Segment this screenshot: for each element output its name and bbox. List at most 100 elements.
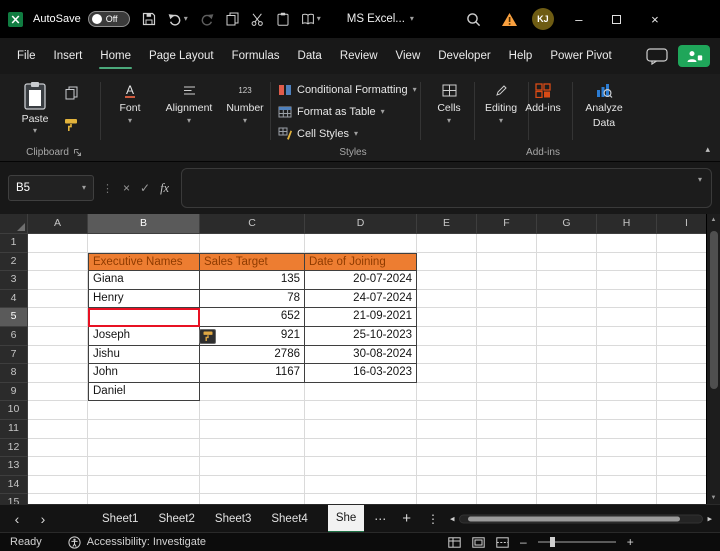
sheet-nav-left-icon[interactable]: ‹ <box>4 511 30 527</box>
cell-B6[interactable]: Joseph <box>88 327 200 346</box>
cell-F4[interactable] <box>477 290 537 309</box>
cell-I10[interactable] <box>657 401 706 420</box>
cell-D9[interactable] <box>305 383 417 402</box>
menu-tab-developer[interactable]: Developer <box>429 38 499 74</box>
cell-F5[interactable] <box>477 308 537 327</box>
cell-F14[interactable] <box>477 476 537 495</box>
row-header-5[interactable]: 5 <box>0 308 28 327</box>
zoom-slider-thumb[interactable] <box>550 537 555 547</box>
cell-D1[interactable] <box>305 234 417 253</box>
cell-D7[interactable]: 30-08-2024 <box>305 346 417 365</box>
menu-tab-page-layout[interactable]: Page Layout <box>140 38 223 74</box>
cell-C13[interactable] <box>200 457 305 476</box>
cell-E13[interactable] <box>417 457 477 476</box>
minimize-button[interactable]: – <box>566 6 592 32</box>
cell-G15[interactable] <box>537 494 597 504</box>
column-header-B[interactable]: B <box>88 214 200 234</box>
cell-I13[interactable] <box>657 457 706 476</box>
cell-G5[interactable] <box>537 308 597 327</box>
tab-sheet2[interactable]: Sheet2 <box>148 505 204 533</box>
cut-icon[interactable] <box>251 13 265 26</box>
cancel-icon[interactable]: × <box>123 181 130 195</box>
cell-F8[interactable] <box>477 364 537 383</box>
row-header-4[interactable]: 4 <box>0 290 28 309</box>
cell-H4[interactable] <box>597 290 657 309</box>
menu-tab-review[interactable]: Review <box>331 38 387 74</box>
column-header-G[interactable]: G <box>537 214 597 234</box>
paste-options-icon[interactable] <box>277 12 289 26</box>
cell-E6[interactable] <box>417 327 477 346</box>
cell-F12[interactable] <box>477 439 537 458</box>
copy-small-icon[interactable] <box>64 86 78 100</box>
cell-D11[interactable] <box>305 420 417 439</box>
zoom-out-icon[interactable]: – <box>520 535 527 549</box>
cell-D13[interactable] <box>305 457 417 476</box>
share-button[interactable] <box>678 45 710 67</box>
cell-A3[interactable] <box>28 271 88 290</box>
cell-D2[interactable]: Date of Joining <box>305 253 417 272</box>
cell-C12[interactable] <box>200 439 305 458</box>
new-sheet-button[interactable]: + <box>402 510 411 527</box>
cell-G7[interactable] <box>537 346 597 365</box>
cell-B8[interactable]: John <box>88 364 200 383</box>
cell-A8[interactable] <box>28 364 88 383</box>
row-header-7[interactable]: 7 <box>0 346 28 365</box>
cell-A14[interactable] <box>28 476 88 495</box>
cell-H15[interactable] <box>597 494 657 504</box>
collapse-ribbon-icon[interactable]: ▴ <box>705 144 710 155</box>
cell-I1[interactable] <box>657 234 706 253</box>
ribbon-group-font[interactable]: A Font ▾ <box>104 82 156 125</box>
cell-E2[interactable] <box>417 253 477 272</box>
cell-G2[interactable] <box>537 253 597 272</box>
zoom-in-icon[interactable]: + <box>627 535 634 549</box>
cell-I5[interactable] <box>657 308 706 327</box>
column-header-I[interactable]: I <box>657 214 706 234</box>
row-header-8[interactable]: 8 <box>0 364 28 383</box>
cell-F1[interactable] <box>477 234 537 253</box>
cell-H6[interactable] <box>597 327 657 346</box>
cell-E5[interactable] <box>417 308 477 327</box>
cell-B11[interactable] <box>88 420 200 439</box>
more-sheets-icon[interactable]: ⋯ <box>374 512 386 526</box>
cell-H8[interactable] <box>597 364 657 383</box>
cell-F7[interactable] <box>477 346 537 365</box>
copy-icon[interactable] <box>226 12 239 26</box>
cell-H13[interactable] <box>597 457 657 476</box>
format-as-table-button[interactable]: Format as Table▾ <box>278 101 428 122</box>
cell-A10[interactable] <box>28 401 88 420</box>
clipboard-dialog-launcher-icon[interactable] <box>73 148 82 157</box>
column-header-E[interactable]: E <box>417 214 477 234</box>
cell-B12[interactable] <box>88 439 200 458</box>
cell-B5[interactable] <box>88 308 200 327</box>
tab-sheet4[interactable]: Sheet4 <box>261 505 317 533</box>
menu-tab-help[interactable]: Help <box>500 38 542 74</box>
row-header-3[interactable]: 3 <box>0 271 28 290</box>
cell-E10[interactable] <box>417 401 477 420</box>
cell-A13[interactable] <box>28 457 88 476</box>
cell-A1[interactable] <box>28 234 88 253</box>
tab-sheet3[interactable]: Sheet3 <box>205 505 261 533</box>
cell-I9[interactable] <box>657 383 706 402</box>
cell-B13[interactable] <box>88 457 200 476</box>
cell-E15[interactable] <box>417 494 477 504</box>
cell-D15[interactable] <box>305 494 417 504</box>
cell-A2[interactable] <box>28 253 88 272</box>
normal-view-icon[interactable] <box>448 537 461 548</box>
cell-E8[interactable] <box>417 364 477 383</box>
zoom-slider[interactable] <box>538 541 616 543</box>
cell-D5[interactable]: 21-09-2021 <box>305 308 417 327</box>
cell-G13[interactable] <box>537 457 597 476</box>
analyze-data-button[interactable]: Analyze Data <box>576 82 632 129</box>
tab-sheet1[interactable]: Sheet1 <box>92 505 148 533</box>
title-dropdown-icon[interactable]: ▾ <box>410 15 414 23</box>
menu-tab-data[interactable]: Data <box>289 38 331 74</box>
cell-I8[interactable] <box>657 364 706 383</box>
cell-G12[interactable] <box>537 439 597 458</box>
cell-I14[interactable] <box>657 476 706 495</box>
cell-H7[interactable] <box>597 346 657 365</box>
column-header-A[interactable]: A <box>28 214 88 234</box>
addins-button[interactable]: Add-ins <box>514 82 572 114</box>
name-box-dropdown-icon[interactable]: ▾ <box>82 184 86 192</box>
expand-formula-bar-icon[interactable]: ▾ <box>698 176 702 184</box>
cell-G8[interactable] <box>537 364 597 383</box>
